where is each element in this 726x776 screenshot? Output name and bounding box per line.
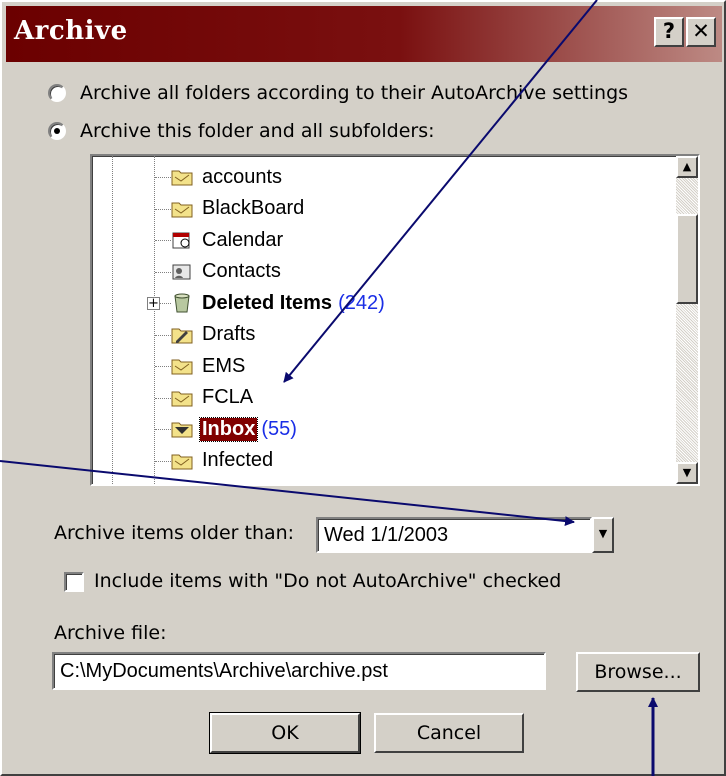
archive-file-label: Archive file: [54, 622, 167, 644]
tree-branch-line [154, 156, 155, 484]
close-icon: ✕ [692, 19, 710, 43]
expand-plus-icon[interactable]: + [147, 297, 160, 310]
folder-item-label: Drafts [202, 323, 256, 345]
calendar-icon [170, 228, 194, 252]
radio-archive-this-indicator[interactable] [48, 122, 66, 140]
folder-item-calendar[interactable]: Calendar [170, 225, 285, 255]
close-button[interactable]: ✕ [686, 17, 716, 47]
folder-icon [170, 386, 194, 410]
tree-connector [155, 208, 171, 210]
folder-item-count: (242) [338, 291, 385, 314]
screenshot-stage: Archive ? ✕ Archive all folders accordin… [0, 0, 726, 776]
chevron-down-icon: ▼ [598, 527, 608, 540]
folder-item-deleted-items[interactable]: Deleted Items (242) [170, 288, 385, 318]
folder-item-inbox[interactable]: Inbox (55) [170, 414, 297, 444]
folder-tree[interactable]: accounts BlackBoard Calendar Contacts + Delet… [90, 154, 700, 486]
radio-archive-all[interactable]: Archive all folders according to their A… [48, 78, 628, 108]
tree-connector [155, 366, 171, 367]
contacts-icon [170, 260, 194, 284]
folder-item-contacts[interactable]: Contacts [170, 257, 283, 287]
folder-item-drafts[interactable]: Drafts [170, 320, 257, 350]
include-checkbox[interactable] [64, 572, 84, 592]
archive-file-input[interactable]: C:\MyDocuments\Archive\archive.pst [52, 652, 546, 690]
archive-dialog: Archive ? ✕ Archive all folders accordin… [0, 0, 726, 776]
tree-connector [155, 460, 171, 462]
deleted-items-icon [170, 291, 194, 315]
folder-item-blackboard[interactable]: BlackBoard [170, 194, 306, 224]
tree-scrollbar[interactable]: ▲ ▼ [676, 156, 698, 484]
folder-item-label: Deleted Items [202, 291, 333, 314]
radio-archive-all-indicator[interactable] [48, 84, 66, 102]
folder-item-label: accounts [202, 165, 283, 188]
cancel-button[interactable]: Cancel [374, 713, 524, 753]
folder-item-label: BlackBoard [202, 197, 305, 219]
folder-icon [170, 165, 194, 189]
scroll-down-arrow-icon: ▼ [682, 466, 692, 479]
folder-icon [170, 354, 194, 378]
radio-archive-this[interactable]: Archive this folder and all subfolders: [48, 116, 435, 146]
dialog-title: Archive [14, 16, 128, 46]
tree-connector [155, 334, 171, 336]
older-than-label: Archive items older than: [54, 522, 295, 544]
tree-connector [155, 240, 171, 241]
folder-item-count: (55) [261, 417, 297, 440]
folder-item-label: FCLA [202, 386, 254, 408]
tree-guide-line [112, 156, 113, 484]
folder-item-label: Inbox [198, 416, 259, 442]
browse-button[interactable]: Browse... [576, 652, 700, 692]
folder-item-ems[interactable]: EMS [170, 351, 247, 381]
folder-item-label: Infected [202, 449, 274, 471]
radio-archive-all-label: Archive all folders according to their A… [80, 82, 629, 104]
tree-connector [155, 429, 171, 430]
folder-icon [170, 449, 194, 473]
radio-archive-this-label: Archive this folder and all subfolders: [80, 120, 435, 142]
folder-item-fcla[interactable]: FCLA [170, 383, 255, 413]
include-checkbox-label: Include items with "Do not AutoArchive" … [94, 570, 562, 592]
folder-icon [170, 197, 194, 221]
tree-connector [155, 271, 171, 273]
folder-item-infected[interactable]: Infected [170, 446, 275, 476]
help-button[interactable]: ? [654, 17, 684, 47]
older-than-date-field[interactable]: Wed 1/1/2003 [316, 517, 592, 553]
scroll-up-arrow-icon: ▲ [682, 160, 692, 173]
folder-item-label: EMS [202, 354, 246, 377]
tree-connector [155, 397, 171, 399]
inbox-icon [170, 417, 194, 441]
older-than-dropdown-button[interactable]: ▼ [592, 517, 614, 553]
scroll-down-button[interactable]: ▼ [676, 462, 698, 484]
ok-button[interactable]: OK [209, 712, 361, 754]
title-bar[interactable]: Archive ? ✕ [6, 6, 722, 62]
folder-item-accounts[interactable]: accounts [170, 162, 284, 192]
scroll-up-button[interactable]: ▲ [676, 156, 698, 178]
folder-item-label: Contacts [202, 260, 281, 282]
drafts-icon [170, 323, 194, 347]
scroll-thumb[interactable] [676, 214, 698, 304]
folder-item-label: Calendar [202, 228, 284, 251]
tree-connector [155, 177, 171, 178]
